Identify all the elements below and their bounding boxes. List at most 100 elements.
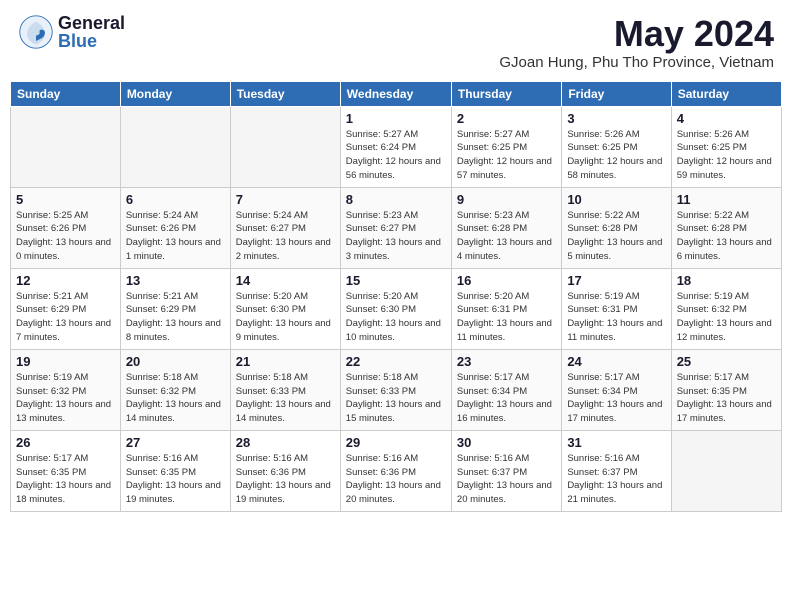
calendar-week-2: 5 Sunrise: 5:25 AM Sunset: 6:26 PM Daylig… — [11, 187, 782, 268]
day-info-30: Sunrise: 5:16 AM Sunset: 6:37 PM Dayligh… — [457, 452, 556, 507]
day-number-18: 18 — [677, 273, 776, 288]
calendar-week-4: 19 Sunrise: 5:19 AM Sunset: 6:32 PM Dayli… — [11, 349, 782, 430]
calendar-cell-w3-d7: 18 Sunrise: 5:19 AM Sunset: 6:32 PM Dayli… — [671, 268, 781, 349]
calendar-cell-w1-d2 — [120, 106, 230, 187]
calendar-cell-w5-d6: 31Sunrise: 5:16 AM Sunset: 6:37 PM Dayli… — [562, 430, 671, 511]
day-info-15: Sunrise: 5:20 AM Sunset: 6:30 PM Dayligh… — [346, 290, 446, 345]
day-number-16: 16 — [457, 273, 556, 288]
day-number-30: 30 — [457, 435, 556, 450]
day-number-24: 24 — [567, 354, 665, 369]
day-info-13: Sunrise: 5:21 AM Sunset: 6:29 PM Dayligh… — [126, 290, 225, 345]
calendar-cell-w2-d1: 5 Sunrise: 5:25 AM Sunset: 6:26 PM Daylig… — [11, 187, 121, 268]
calendar-cell-w3-d2: 13 Sunrise: 5:21 AM Sunset: 6:29 PM Dayli… — [120, 268, 230, 349]
day-number-27: 27 — [126, 435, 225, 450]
col-wednesday: Wednesday — [340, 81, 451, 106]
day-info-7: Sunrise: 5:24 AM Sunset: 6:27 PM Dayligh… — [236, 209, 335, 264]
calendar-cell-w3-d1: 12 Sunrise: 5:21 AM Sunset: 6:29 PM Dayli… — [11, 268, 121, 349]
calendar-cell-w4-d3: 21Sunrise: 5:18 AM Sunset: 6:33 PM Dayli… — [230, 349, 340, 430]
calendar-week-1: 1 Sunrise: 5:27 AM Sunset: 6:24 PM Daylig… — [11, 106, 782, 187]
day-info-26: Sunrise: 5:17 AM Sunset: 6:35 PM Dayligh… — [16, 452, 115, 507]
calendar-cell-w4-d2: 20Sunrise: 5:18 AM Sunset: 6:32 PM Dayli… — [120, 349, 230, 430]
calendar-cell-w4-d5: 23 Sunrise: 5:17 AM Sunset: 6:34 PM Dayli… — [451, 349, 561, 430]
day-number-3: 3 — [567, 111, 665, 126]
calendar-cell-w2-d6: 10Sunrise: 5:22 AM Sunset: 6:28 PM Dayli… — [562, 187, 671, 268]
logo-text: General Blue — [58, 14, 125, 50]
calendar-cell-w1-d6: 3Sunrise: 5:26 AM Sunset: 6:25 PM Daylig… — [562, 106, 671, 187]
day-info-31: Sunrise: 5:16 AM Sunset: 6:37 PM Dayligh… — [567, 452, 665, 507]
day-info-1: Sunrise: 5:27 AM Sunset: 6:24 PM Dayligh… — [346, 128, 446, 183]
col-thursday: Thursday — [451, 81, 561, 106]
calendar-cell-w2-d5: 9Sunrise: 5:23 AM Sunset: 6:28 PM Daylig… — [451, 187, 561, 268]
day-number-21: 21 — [236, 354, 335, 369]
page-header: General Blue May 2024 GJoan Hung, Phu Th… — [10, 10, 782, 75]
day-number-13: 13 — [126, 273, 225, 288]
calendar-cell-w1-d3 — [230, 106, 340, 187]
day-info-4: Sunrise: 5:26 AM Sunset: 6:25 PM Dayligh… — [677, 128, 776, 183]
calendar-cell-w1-d1 — [11, 106, 121, 187]
day-info-11: Sunrise: 5:22 AM Sunset: 6:28 PM Dayligh… — [677, 209, 776, 264]
calendar-cell-w1-d5: 2 Sunrise: 5:27 AM Sunset: 6:25 PM Daylig… — [451, 106, 561, 187]
day-number-22: 22 — [346, 354, 446, 369]
day-number-19: 19 — [16, 354, 115, 369]
logo-blue-text: Blue — [58, 32, 125, 50]
day-number-1: 1 — [346, 111, 446, 126]
location-subtitle: GJoan Hung, Phu Tho Province, Vietnam — [499, 54, 774, 71]
day-number-9: 9 — [457, 192, 556, 207]
day-number-17: 17 — [567, 273, 665, 288]
day-number-12: 12 — [16, 273, 115, 288]
day-info-6: Sunrise: 5:24 AM Sunset: 6:26 PM Dayligh… — [126, 209, 225, 264]
calendar-cell-w5-d5: 30 Sunrise: 5:16 AM Sunset: 6:37 PM Dayli… — [451, 430, 561, 511]
calendar-cell-w5-d3: 28Sunrise: 5:16 AM Sunset: 6:36 PM Dayli… — [230, 430, 340, 511]
day-info-22: Sunrise: 5:18 AM Sunset: 6:33 PM Dayligh… — [346, 371, 446, 426]
day-number-29: 29 — [346, 435, 446, 450]
day-info-19: Sunrise: 5:19 AM Sunset: 6:32 PM Dayligh… — [16, 371, 115, 426]
calendar-cell-w1-d7: 4 Sunrise: 5:26 AM Sunset: 6:25 PM Daylig… — [671, 106, 781, 187]
day-info-25: Sunrise: 5:17 AM Sunset: 6:35 PM Dayligh… — [677, 371, 776, 426]
day-number-15: 15 — [346, 273, 446, 288]
day-info-17: Sunrise: 5:19 AM Sunset: 6:31 PM Dayligh… — [567, 290, 665, 345]
day-number-23: 23 — [457, 354, 556, 369]
day-info-16: Sunrise: 5:20 AM Sunset: 6:31 PM Dayligh… — [457, 290, 556, 345]
day-info-14: Sunrise: 5:20 AM Sunset: 6:30 PM Dayligh… — [236, 290, 335, 345]
day-info-5: Sunrise: 5:25 AM Sunset: 6:26 PM Dayligh… — [16, 209, 115, 264]
calendar-table: Sunday Monday Tuesday Wednesday Thursday… — [10, 81, 782, 512]
calendar-cell-w2-d4: 8Sunrise: 5:23 AM Sunset: 6:27 PM Daylig… — [340, 187, 451, 268]
calendar-cell-w2-d2: 6 Sunrise: 5:24 AM Sunset: 6:26 PM Daylig… — [120, 187, 230, 268]
calendar-cell-w3-d3: 14Sunrise: 5:20 AM Sunset: 6:30 PM Dayli… — [230, 268, 340, 349]
day-info-24: Sunrise: 5:17 AM Sunset: 6:34 PM Dayligh… — [567, 371, 665, 426]
day-number-7: 7 — [236, 192, 335, 207]
col-friday: Friday — [562, 81, 671, 106]
day-info-10: Sunrise: 5:22 AM Sunset: 6:28 PM Dayligh… — [567, 209, 665, 264]
day-info-23: Sunrise: 5:17 AM Sunset: 6:34 PM Dayligh… — [457, 371, 556, 426]
day-info-12: Sunrise: 5:21 AM Sunset: 6:29 PM Dayligh… — [16, 290, 115, 345]
day-number-5: 5 — [16, 192, 115, 207]
title-block: May 2024 GJoan Hung, Phu Tho Province, V… — [499, 14, 774, 71]
col-saturday: Saturday — [671, 81, 781, 106]
day-info-29: Sunrise: 5:16 AM Sunset: 6:36 PM Dayligh… — [346, 452, 446, 507]
calendar-cell-w5-d2: 27Sunrise: 5:16 AM Sunset: 6:35 PM Dayli… — [120, 430, 230, 511]
calendar-cell-w5-d1: 26Sunrise: 5:17 AM Sunset: 6:35 PM Dayli… — [11, 430, 121, 511]
day-number-11: 11 — [677, 192, 776, 207]
calendar-cell-w4-d1: 19 Sunrise: 5:19 AM Sunset: 6:32 PM Dayli… — [11, 349, 121, 430]
day-info-28: Sunrise: 5:16 AM Sunset: 6:36 PM Dayligh… — [236, 452, 335, 507]
day-number-2: 2 — [457, 111, 556, 126]
col-sunday: Sunday — [11, 81, 121, 106]
calendar-cell-w2-d3: 7 Sunrise: 5:24 AM Sunset: 6:27 PM Daylig… — [230, 187, 340, 268]
calendar-cell-w4-d6: 24 Sunrise: 5:17 AM Sunset: 6:34 PM Dayli… — [562, 349, 671, 430]
day-number-4: 4 — [677, 111, 776, 126]
calendar-cell-w3-d6: 17 Sunrise: 5:19 AM Sunset: 6:31 PM Dayli… — [562, 268, 671, 349]
day-info-8: Sunrise: 5:23 AM Sunset: 6:27 PM Dayligh… — [346, 209, 446, 264]
general-blue-icon — [18, 14, 54, 50]
day-info-2: Sunrise: 5:27 AM Sunset: 6:25 PM Dayligh… — [457, 128, 556, 183]
day-info-18: Sunrise: 5:19 AM Sunset: 6:32 PM Dayligh… — [677, 290, 776, 345]
month-year-title: May 2024 — [499, 14, 774, 54]
calendar-cell-w5-d4: 29 Sunrise: 5:16 AM Sunset: 6:36 PM Dayli… — [340, 430, 451, 511]
calendar-cell-w3-d5: 16 Sunrise: 5:20 AM Sunset: 6:31 PM Dayli… — [451, 268, 561, 349]
calendar-header-row: Sunday Monday Tuesday Wednesday Thursday… — [11, 81, 782, 106]
calendar-week-3: 12 Sunrise: 5:21 AM Sunset: 6:29 PM Dayli… — [11, 268, 782, 349]
logo-general-text: General — [58, 14, 125, 32]
day-info-20: Sunrise: 5:18 AM Sunset: 6:32 PM Dayligh… — [126, 371, 225, 426]
col-tuesday: Tuesday — [230, 81, 340, 106]
calendar-week-5: 26Sunrise: 5:17 AM Sunset: 6:35 PM Dayli… — [11, 430, 782, 511]
day-number-6: 6 — [126, 192, 225, 207]
